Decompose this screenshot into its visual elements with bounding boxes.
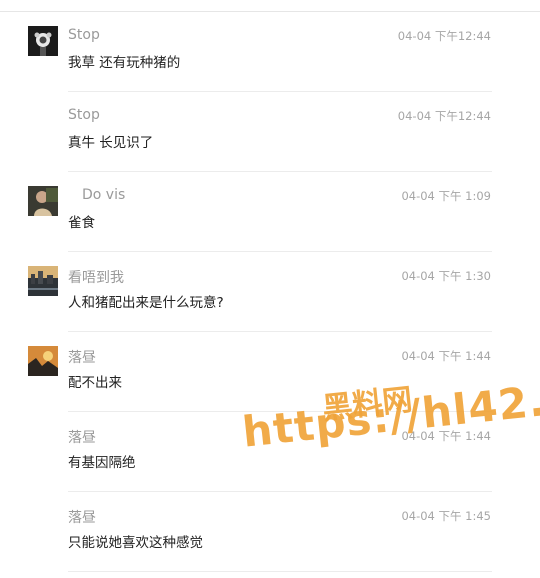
avatar-city-night-icon[interactable]: [28, 266, 58, 296]
avatar-sunset-icon[interactable]: [28, 346, 58, 376]
avatar-dark-flower-icon[interactable]: [28, 26, 58, 56]
comment-text: 有基因隔绝: [68, 455, 136, 471]
comment-author[interactable]: 落昼: [68, 347, 96, 367]
comment-author[interactable]: Stop: [68, 27, 100, 43]
comment-author[interactable]: 看唔到我: [68, 267, 124, 287]
comment-author[interactable]: Stop: [68, 107, 100, 123]
comment-item: 看唔到我 04-04 下午 1:30 人和猪配出来是什么玩意?: [0, 252, 540, 332]
comment-author[interactable]: Do vis: [82, 187, 125, 203]
comment-item: Do vis 04-04 下午 1:09 雀食: [0, 172, 540, 252]
comment-divider: [68, 571, 492, 572]
comment-author[interactable]: 落昼: [68, 507, 96, 527]
comment-item: Stop 04-04 下午12:44 真牛 长见识了: [0, 92, 540, 172]
comment-time: 04-04 下午 1:44: [401, 349, 491, 363]
comment-item: 落昼 04-04 下午 1:45 只能说她喜欢这种感觉: [0, 492, 540, 572]
comment-time: 04-04 下午12:44: [397, 29, 491, 43]
comment-author[interactable]: 落昼: [68, 427, 96, 447]
comment-text: 真牛 长见识了: [68, 135, 154, 151]
comment-time: 04-04 下午 1:09: [401, 189, 491, 203]
comment-time: 04-04 下午 1:45: [401, 509, 491, 523]
comment-time: 04-04 下午 1:30: [401, 269, 491, 283]
comment-text: 雀食: [68, 215, 95, 231]
comment-text: 人和猪配出来是什么玩意?: [68, 295, 224, 311]
comment-text: 我草 还有玩种猪的: [68, 55, 181, 71]
comment-text: 配不出来: [68, 375, 122, 391]
avatar-portrait-icon[interactable]: [28, 186, 58, 216]
comment-item: Stop 04-04 下午12:44 我草 还有玩种猪的: [0, 12, 540, 92]
comment-text: 只能说她喜欢这种感觉: [68, 535, 203, 551]
comment-time: 04-04 下午12:44: [397, 109, 491, 123]
